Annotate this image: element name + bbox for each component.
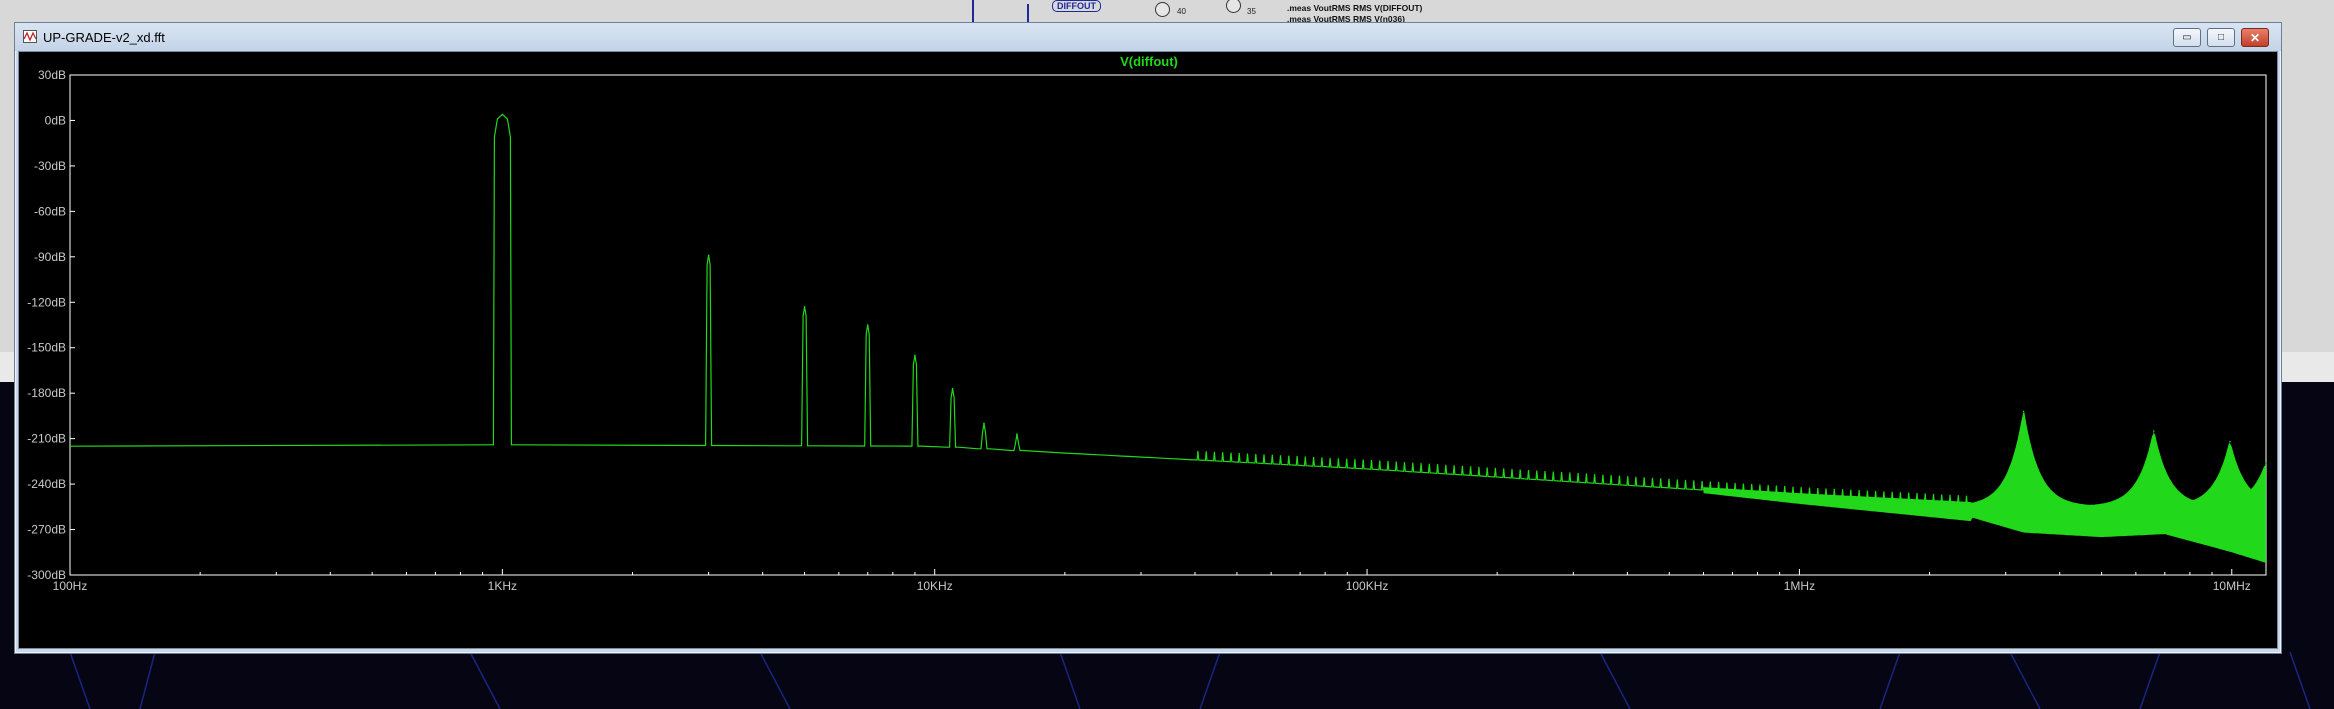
- y-tick-label: -30dB: [34, 159, 66, 173]
- minimize-button[interactable]: ▭: [2173, 28, 2201, 47]
- schematic-wire: [1027, 4, 1029, 22]
- plot-axes-box: [69, 74, 2267, 576]
- peak-mark: [951, 387, 954, 390]
- y-tick-label: -150dB: [27, 341, 66, 355]
- peak-mark: [2229, 440, 2231, 443]
- minimize-icon: ▭: [2182, 31, 2192, 43]
- x-tick-label: 1KHz: [488, 579, 517, 593]
- schematic-component-symbol: [1226, 0, 1241, 13]
- y-tick-label: 30dB: [38, 68, 66, 82]
- peak-mark: [2152, 430, 2155, 432]
- maximize-icon: □: [2217, 31, 2225, 43]
- y-tick-label: -210dB: [27, 432, 66, 446]
- trace-v-diffout: [69, 113, 2266, 563]
- peak-mark: [983, 422, 985, 425]
- y-tick-label: -180dB: [27, 386, 66, 400]
- y-tick-label: -90dB: [34, 250, 66, 264]
- y-tick-label: 0dB: [45, 113, 66, 127]
- window-title: UP-GRADE-v2_xd.fft: [43, 30, 165, 45]
- peak-mark: [501, 113, 504, 116]
- peak-mark: [866, 324, 869, 326]
- maximize-button[interactable]: □: [2207, 28, 2235, 47]
- x-tick-label: 100KHz: [1346, 579, 1389, 593]
- schematic-component-symbol: [1155, 2, 1170, 17]
- window-titlebar[interactable]: UP-GRADE-v2_xd.fft ▭ □ ✕: [15, 23, 2281, 51]
- x-tick-label: 10MHz: [2213, 579, 2251, 593]
- peak-mark: [2022, 410, 2025, 413]
- x-tick-label: 1MHz: [1784, 579, 1815, 593]
- close-button[interactable]: ✕: [2241, 28, 2269, 47]
- x-tick-label: 100Hz: [53, 579, 88, 593]
- pin-number: 40: [1177, 7, 1186, 16]
- y-tick-label: -270dB: [27, 523, 66, 537]
- peak-mark: [914, 354, 916, 357]
- schematic-wire: [972, 0, 974, 22]
- y-tick-label: -240dB: [27, 477, 66, 491]
- trace-name-label[interactable]: V(diffout): [1120, 54, 1178, 69]
- plot-pane[interactable]: V(diffout) 30dB 0dB -30dB -60dB -90dB -120dB -…: [18, 51, 2278, 649]
- net-label-diffout: DIFFOUT: [1052, 0, 1101, 12]
- y-tick-label: -60dB: [34, 204, 66, 218]
- x-axis: 100Hz 1KHz 10KHz 100KHz 1MHz 10MHz: [53, 569, 2251, 593]
- fft-plot[interactable]: V(diffout) 30dB 0dB -30dB -60dB -90dB -120dB -…: [19, 52, 2277, 648]
- ltspice-waveform-icon: [23, 30, 37, 43]
- peak-marks: [501, 113, 2267, 464]
- peak-mark: [1016, 433, 1018, 435]
- y-tick-label: -120dB: [27, 295, 66, 309]
- x-tick-label: 10KHz: [917, 579, 953, 593]
- hf-noise-band: [1703, 415, 2266, 563]
- spice-directive: .meas VoutRMS RMS V(DIFFOUT): [1287, 3, 1423, 13]
- fft-waveform-window[interactable]: UP-GRADE-v2_xd.fft ▭ □ ✕ V(diffout) 30dB…: [14, 22, 2282, 654]
- pin-number: 35: [1247, 7, 1256, 16]
- peak-mark: [2265, 462, 2267, 464]
- trace-line: [69, 113, 2266, 507]
- y-axis: 30dB 0dB -30dB -60dB -90dB -120dB -150dB -180dB…: [27, 68, 75, 582]
- close-icon: ✕: [2249, 30, 2261, 45]
- peak-mark: [803, 306, 806, 308]
- peak-mark: [707, 254, 710, 257]
